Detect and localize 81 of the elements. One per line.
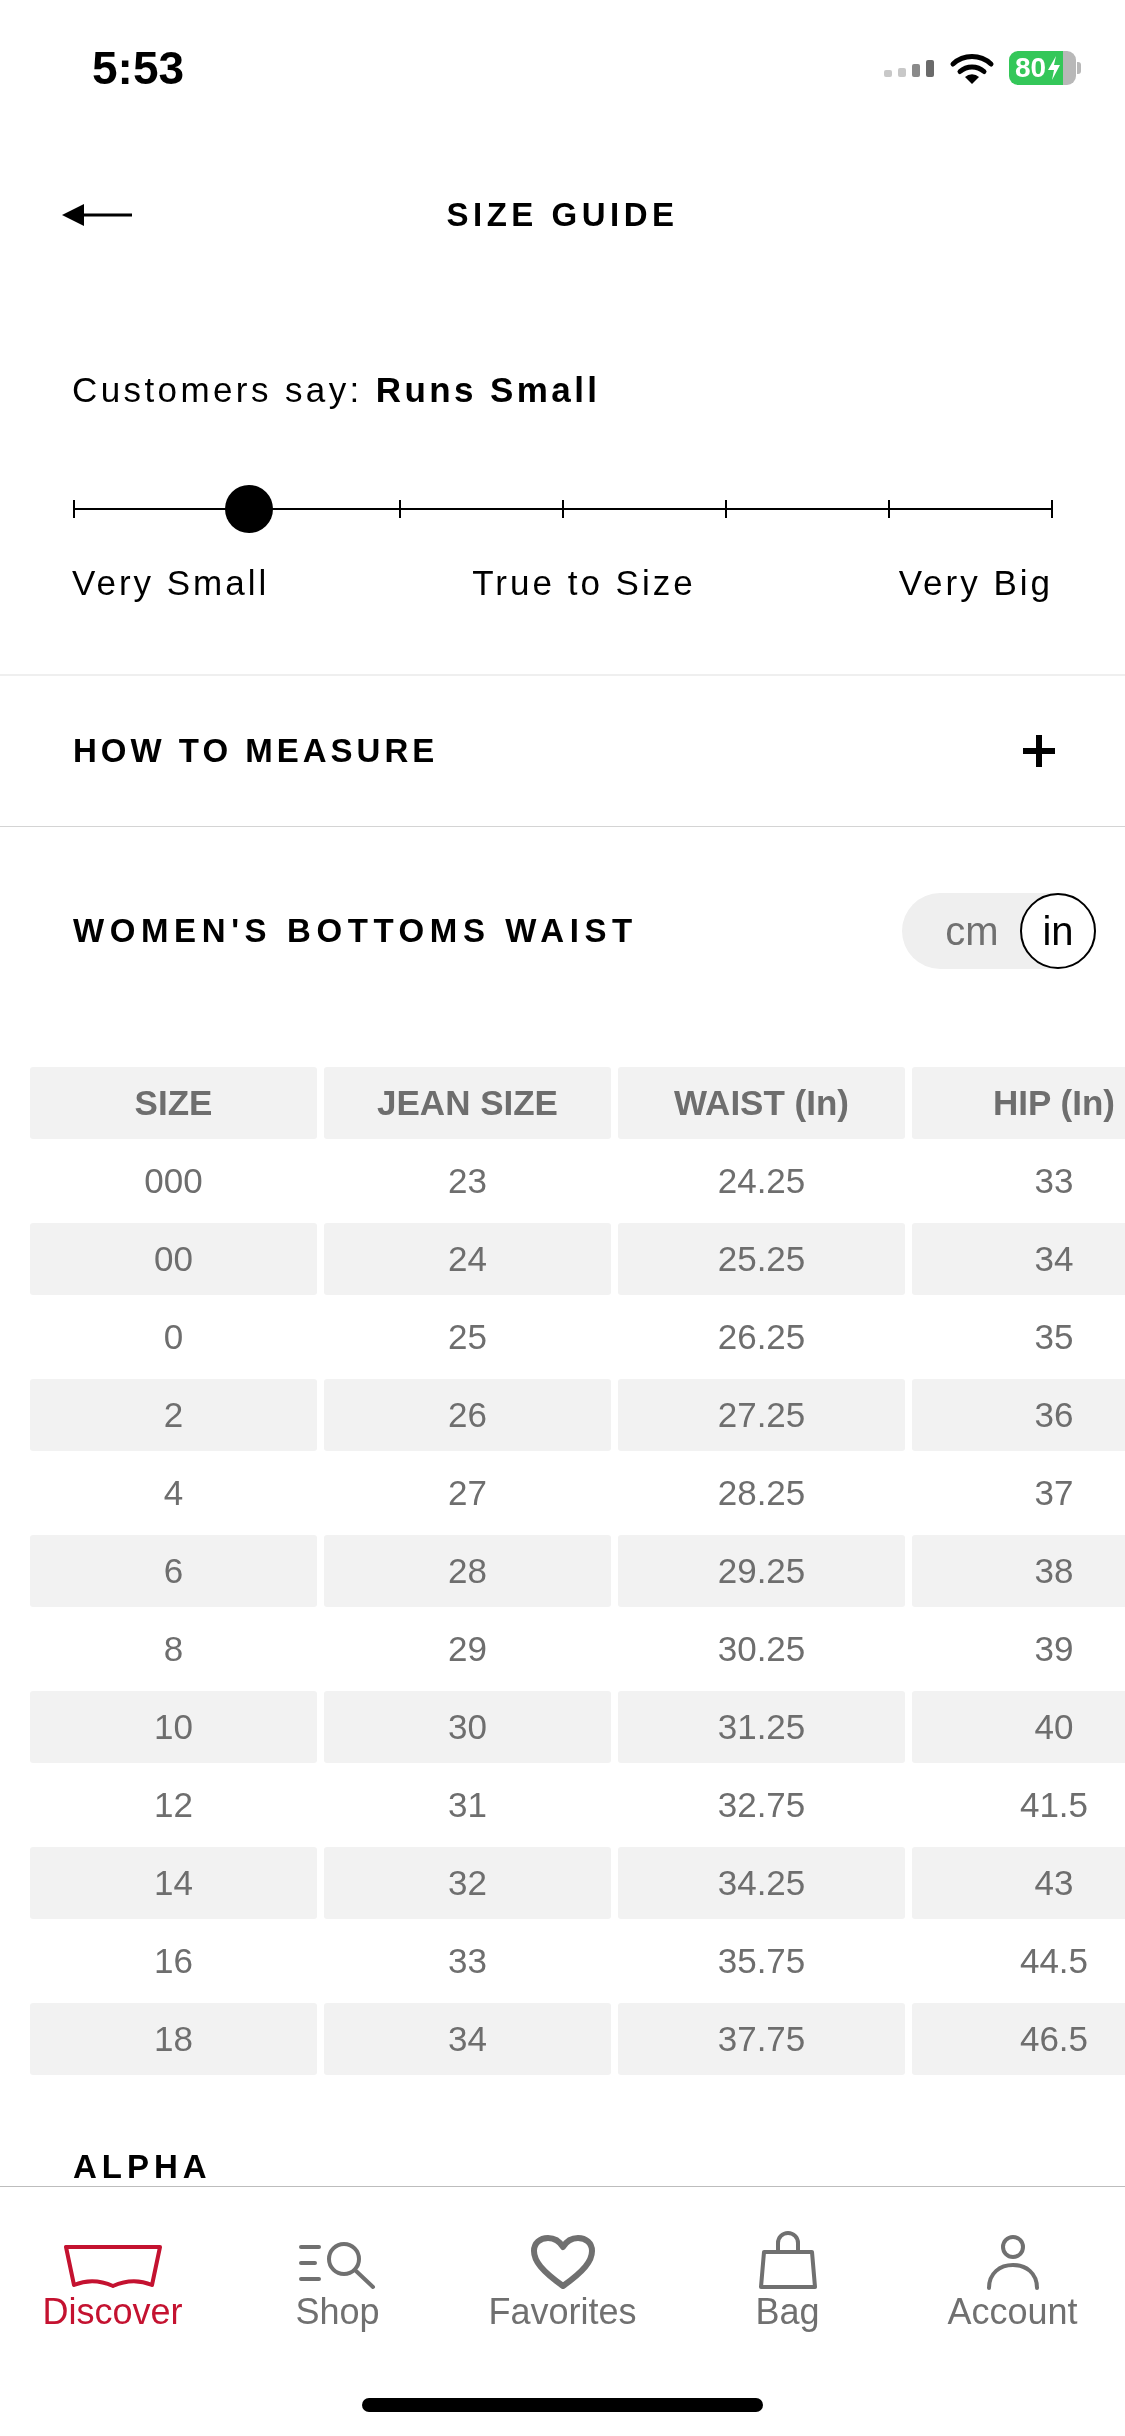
scale-label: Very Small (72, 562, 270, 604)
section-title: WOMEN'S BOTTOMS WAIST (73, 911, 638, 951)
table-cell: 38 (912, 1535, 1125, 1607)
table-cell: 34 (324, 2003, 611, 2075)
fit-summary: Customers say: Runs Small (72, 369, 602, 411)
table-cell-text: 33 (1033, 1160, 1075, 1202)
table-cell-text: 23 (447, 1160, 488, 1202)
accordion-header[interactable]: HOW TO MEASURE (0, 676, 1125, 826)
tab-item[interactable]: Favorites (450, 2232, 675, 2334)
table-cell: 28 (324, 1535, 611, 1607)
signal-icon (884, 59, 935, 77)
plus-icon (1023, 735, 1055, 767)
table-cell-text: 4 (162, 1472, 185, 1514)
table-cell-text: 8 (162, 1628, 185, 1670)
tab-item[interactable]: Discover (0, 2232, 225, 2334)
person-icon (985, 2234, 1040, 2290)
table-cell: 34 (912, 1223, 1125, 1295)
table-cell: 6 (30, 1535, 317, 1607)
unit-toggle[interactable]: cm in (902, 893, 1096, 969)
tab-item[interactable]: Account (900, 2232, 1125, 2334)
table-cell: 00 (30, 1223, 317, 1295)
table-cell: 27.25 (618, 1379, 905, 1451)
table-cell-text: 35 (1033, 1316, 1075, 1358)
table-cell: 2 (30, 1379, 317, 1451)
table-cell: 43 (912, 1847, 1125, 1919)
table-cell-text: 33 (447, 1940, 488, 1982)
logo-icon (62, 2244, 163, 2290)
scale-label: Very Big (898, 562, 1053, 604)
table-cell: 46.5 (912, 2003, 1125, 2075)
battery-percentage: 80 (1015, 53, 1047, 83)
table-cell-text: 28.25 (716, 1472, 807, 1514)
bag-icon (757, 2230, 818, 2290)
table-cell-text: 44.5 (1018, 1940, 1090, 1982)
column-header: WAIST (In) (618, 1067, 905, 1139)
column-header: SIZE (30, 1067, 317, 1139)
table-cell: 25.25 (618, 1223, 905, 1295)
wifi-icon (949, 51, 995, 85)
table-cell: 14 (30, 1847, 317, 1919)
table-cell: 31.25 (618, 1691, 905, 1763)
back-arrow-icon (62, 202, 132, 228)
scale-label: True to Size (472, 562, 696, 604)
table-cell: 36 (912, 1379, 1125, 1451)
table-cell-text: 24.25 (716, 1160, 807, 1202)
table-cell-text: 39 (1033, 1628, 1075, 1670)
table-cell: 10 (30, 1691, 317, 1763)
page-title: SIZE GUIDE (446, 195, 679, 235)
column-header: HIP (In) (912, 1067, 1125, 1139)
table-cell-text: 30.25 (716, 1628, 807, 1670)
table-cell: 37.75 (618, 2003, 905, 2075)
column-header: JEAN SIZE (324, 1067, 611, 1139)
table-cell-text: 37 (1033, 1472, 1075, 1514)
table-cell-text: 41.5 (1018, 1784, 1090, 1826)
table-cell-text: 32.75 (716, 1784, 807, 1826)
unit-option[interactable]: cm (934, 893, 1010, 969)
table-cell-text: 000 (143, 1160, 204, 1202)
table-cell: 18 (30, 2003, 317, 2075)
tab-item[interactable]: Bag (675, 2232, 900, 2334)
table-cell-text: 25 (447, 1316, 488, 1358)
table-cell-text: 35.75 (716, 1940, 807, 1982)
table-cell-text: 29 (447, 1628, 488, 1670)
table-cell: 30 (324, 1691, 611, 1763)
table-cell: 24 (324, 1223, 611, 1295)
table-cell-text: 26.25 (716, 1316, 807, 1358)
status-time: 5:53 (92, 42, 185, 94)
table-cell-text: 27 (447, 1472, 488, 1514)
back-button[interactable] (62, 202, 132, 228)
table-cell: 40 (912, 1691, 1125, 1763)
table-cell-text: 31 (447, 1784, 488, 1826)
table-cell-text: 0 (162, 1316, 185, 1358)
table-cell: 29.25 (618, 1535, 905, 1607)
tab-item[interactable]: Shop (225, 2232, 450, 2334)
table-cell: 34.25 (618, 1847, 905, 1919)
table-cell: 32 (324, 1847, 611, 1919)
heart-icon (529, 2234, 596, 2290)
section-title: ALPHA (73, 2151, 212, 2183)
table-cell-text: 12 (153, 1784, 194, 1826)
bolt-icon (1047, 56, 1062, 80)
table-cell: 26 (324, 1379, 611, 1451)
list-search-icon (298, 2240, 377, 2290)
table-cell-text: 16 (153, 1940, 194, 1982)
unit-option[interactable]: in (1020, 893, 1096, 969)
